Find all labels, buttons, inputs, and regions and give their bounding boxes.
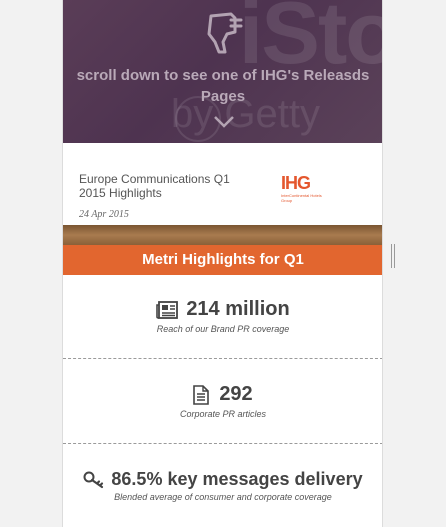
metric-value: 214 million [186, 298, 290, 320]
newspaper-icon [156, 300, 179, 319]
key-icon [83, 471, 104, 488]
metric-reach: 214 million Reach of our Brand PR covera… [63, 298, 382, 334]
scrollbar-handle[interactable] [391, 244, 395, 268]
metric-value: 292 [219, 383, 253, 405]
metric-articles: 292 Corporate PR articles [63, 383, 382, 419]
divider [63, 358, 382, 359]
scroll-hint-text: scroll down to see one of IHG's Releasds… [76, 67, 370, 105]
divider [63, 443, 382, 444]
pointing-hand-icon [207, 12, 243, 54]
metric-caption: Reach of our Brand PR coverage [156, 324, 290, 334]
hero-banner: iSto by Getty scroll down to see one of … [63, 0, 382, 143]
logo-subtext: InterContinental Hotels Group [281, 193, 322, 203]
chevron-down-icon[interactable] [213, 115, 235, 129]
release-date: 24 Apr 2015 [79, 209, 129, 220]
mobile-page: iSto by Getty scroll down to see one of … [62, 0, 383, 527]
wood-strip [63, 225, 382, 245]
metric-caption: Blended average of consumer and corporat… [114, 492, 332, 502]
section-header: Metri Highlights for Q1 [63, 245, 382, 275]
metric-value: 86.5% key messages delivery [111, 469, 363, 489]
document-icon [193, 384, 210, 405]
metric-key-messages: 86.5% key messages delivery Blended aver… [63, 469, 382, 502]
metric-caption: Corporate PR articles [179, 409, 267, 419]
release-title[interactable]: Europe Communications Q1 2015 Highlights [79, 172, 259, 200]
release-card[interactable]: Europe Communications Q1 2015 Highlights… [63, 143, 382, 225]
logo-text: IHG [281, 173, 311, 193]
ihg-logo: IHG InterContinental Hotels Group [281, 173, 333, 203]
